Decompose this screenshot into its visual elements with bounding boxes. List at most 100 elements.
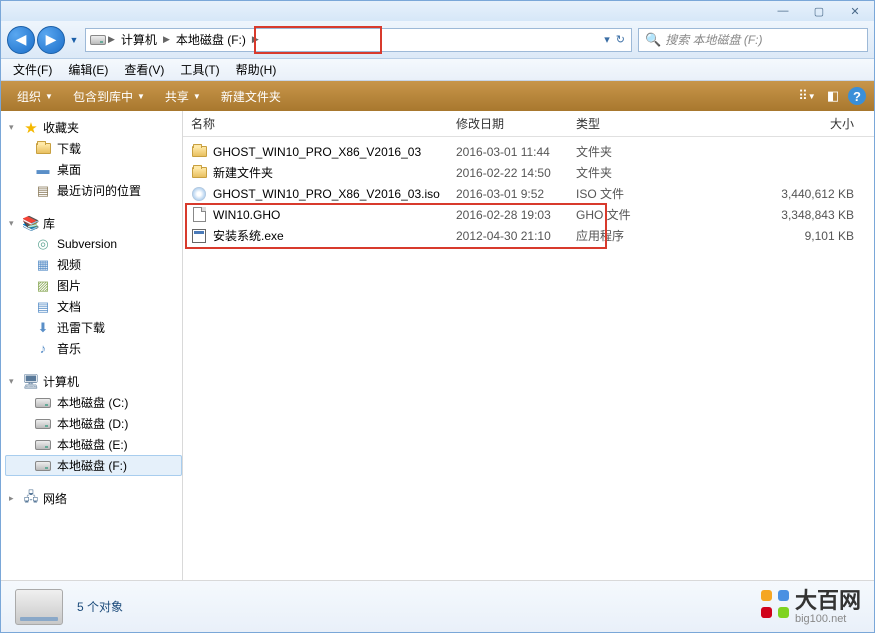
file-icon [191, 207, 207, 223]
network-icon: 🖧 [23, 491, 39, 507]
tree-drive-e[interactable]: 本地磁盘 (E:) [5, 434, 182, 455]
file-type: ISO 文件 [568, 185, 678, 202]
file-rows: GHOST_WIN10_PRO_X86_V2016_03 2016-03-01 1… [183, 137, 874, 580]
file-row[interactable]: 安装系统.exe2012-04-30 21:10应用程序9,101 KB [183, 225, 874, 246]
column-date[interactable]: 修改日期 [448, 115, 568, 132]
chevron-down-icon: ▼ [137, 92, 145, 101]
file-date: 2016-02-22 14:50 [448, 166, 568, 180]
tree-documents[interactable]: ▤文档 [5, 296, 182, 317]
menu-view[interactable]: 查看(V) [118, 59, 170, 80]
iso-icon [191, 186, 207, 202]
tree-subversion[interactable]: ◎Subversion [5, 234, 182, 254]
file-row[interactable]: GHOST_WIN10_PRO_X86_V2016_03.iso2016-03-… [183, 183, 874, 204]
maximize-icon: ▢ [814, 5, 824, 18]
drive-icon [35, 416, 51, 432]
tree-desktop[interactable]: ▬桌面 [5, 159, 182, 180]
file-row[interactable]: WIN10.GHO2016-02-28 19:03GHO 文件3,348,843… [183, 204, 874, 225]
music-icon: ♪ [35, 341, 51, 357]
folder-icon [191, 165, 207, 181]
navigation-bar: ◀ ▶ ▼ ▶ 计算机 ▶ 本地磁盘 (F:) ▶ ▾ ↻ 🔍 搜索 本地磁盘 … [1, 21, 874, 59]
address-dropdown-icon[interactable]: ▾ [604, 33, 610, 46]
tree-music[interactable]: ♪音乐 [5, 338, 182, 359]
close-button[interactable]: ✕ [844, 4, 866, 18]
explorer-window: — ▢ ✕ ◀ ▶ ▼ ▶ 计算机 ▶ 本地磁盘 (F:) ▶ ▾ ↻ 🔍 搜索… [0, 0, 875, 633]
menu-help[interactable]: 帮助(H) [230, 59, 283, 80]
menu-file[interactable]: 文件(F) [7, 59, 58, 80]
chevron-down-icon: ▼ [193, 92, 201, 101]
search-icon: 🔍 [645, 32, 661, 48]
back-button[interactable]: ◀ [7, 26, 35, 54]
recent-icon: ▤ [35, 183, 51, 199]
tree-computer[interactable]: ▾🖥计算机 [5, 371, 182, 392]
refresh-button[interactable]: ↻ [616, 33, 625, 46]
forward-button[interactable]: ▶ [37, 26, 65, 54]
library-icon: 📚 [23, 216, 39, 232]
history-dropdown[interactable]: ▼ [67, 26, 81, 54]
file-name: WIN10.GHO [213, 208, 280, 222]
breadcrumb-sep-icon: ▶ [106, 34, 117, 45]
file-type: 文件夹 [568, 164, 678, 181]
drive-large-icon [15, 589, 63, 625]
file-name: GHOST_WIN10_PRO_X86_V2016_03 [213, 145, 421, 159]
breadcrumb-sep-icon: ▶ [161, 34, 172, 45]
file-size: 3,348,843 KB [678, 208, 874, 222]
view-options-button[interactable]: ⠿ ▼ [796, 86, 818, 106]
file-date: 2016-03-01 11:44 [448, 145, 568, 159]
annotation-highlight [254, 26, 382, 54]
tree-videos[interactable]: ▦视频 [5, 254, 182, 275]
preview-pane-button[interactable]: ◧ [822, 86, 844, 106]
include-library-button[interactable]: 包含到库中▼ [65, 85, 153, 108]
tree-recent[interactable]: ▤最近访问的位置 [5, 180, 182, 201]
status-count: 5 个对象 [77, 598, 123, 615]
tree-drive-c[interactable]: 本地磁盘 (C:) [5, 392, 182, 413]
tree-favorites[interactable]: ▾★收藏夹 [5, 117, 182, 138]
file-type: 应用程序 [568, 227, 678, 244]
search-input[interactable]: 🔍 搜索 本地磁盘 (F:) [638, 28, 868, 52]
menu-tools[interactable]: 工具(T) [174, 59, 225, 80]
new-folder-button[interactable]: 新建文件夹 [213, 85, 289, 108]
column-name[interactable]: 名称 [183, 115, 448, 132]
document-icon: ▤ [35, 299, 51, 315]
status-bar: 5 个对象 [1, 580, 874, 632]
command-bar: 组织▼ 包含到库中▼ 共享▼ 新建文件夹 ⠿ ▼ ◧ ? [1, 81, 874, 111]
file-name: GHOST_WIN10_PRO_X86_V2016_03.iso [213, 187, 440, 201]
help-button[interactable]: ? [848, 87, 866, 105]
tree-network[interactable]: ▸🖧网络 [5, 488, 182, 509]
column-size[interactable]: 大小 [678, 115, 874, 132]
chevron-down-icon: ▼ [45, 92, 53, 101]
navigation-tree[interactable]: ▾★收藏夹 下载 ▬桌面 ▤最近访问的位置 ▾📚库 ◎Subversion ▦视… [1, 111, 183, 580]
chevron-down-icon: ▼ [70, 35, 79, 45]
menu-edit[interactable]: 编辑(E) [62, 59, 114, 80]
tree-thunder[interactable]: ⬇迅雷下载 [5, 317, 182, 338]
tree-drive-d[interactable]: 本地磁盘 (D:) [5, 413, 182, 434]
column-headers: 名称 修改日期 类型 大小 [183, 111, 874, 137]
file-row[interactable]: GHOST_WIN10_PRO_X86_V2016_03 2016-03-01 1… [183, 141, 874, 162]
tree-libraries[interactable]: ▾📚库 [5, 213, 182, 234]
file-date: 2012-04-30 21:10 [448, 229, 568, 243]
file-row[interactable]: 新建文件夹2016-02-22 14:50文件夹 [183, 162, 874, 183]
breadcrumb-computer[interactable]: 计算机 [117, 29, 161, 51]
maximize-button[interactable]: ▢ [808, 4, 830, 18]
folder-icon [191, 144, 207, 160]
close-icon: ✕ [850, 5, 859, 18]
watermark: 大百网 big100.net [761, 583, 861, 625]
drive-icon [35, 437, 51, 453]
tree-downloads[interactable]: 下载 [5, 138, 182, 159]
title-bar: — ▢ ✕ [1, 1, 874, 21]
arrow-left-icon: ◀ [16, 31, 27, 48]
file-name: 安装系统.exe [213, 227, 284, 244]
menu-bar: 文件(F) 编辑(E) 查看(V) 工具(T) 帮助(H) [1, 59, 874, 81]
computer-icon: 🖥 [23, 374, 39, 390]
collapse-icon: ▾ [9, 122, 19, 133]
tree-drive-f[interactable]: 本地磁盘 (F:) [5, 455, 182, 476]
breadcrumb-drive[interactable]: 本地磁盘 (F:) [172, 29, 250, 51]
share-button[interactable]: 共享▼ [157, 85, 209, 108]
minimize-button[interactable]: — [772, 4, 794, 18]
address-bar[interactable]: ▶ 计算机 ▶ 本地磁盘 (F:) ▶ ▾ ↻ [85, 28, 632, 52]
column-type[interactable]: 类型 [568, 115, 678, 132]
tree-pictures[interactable]: ▨图片 [5, 275, 182, 296]
watermark-logo-icon [761, 590, 789, 618]
exe-icon [191, 228, 207, 244]
collapse-icon: ▾ [9, 376, 19, 387]
organize-button[interactable]: 组织▼ [9, 85, 61, 108]
